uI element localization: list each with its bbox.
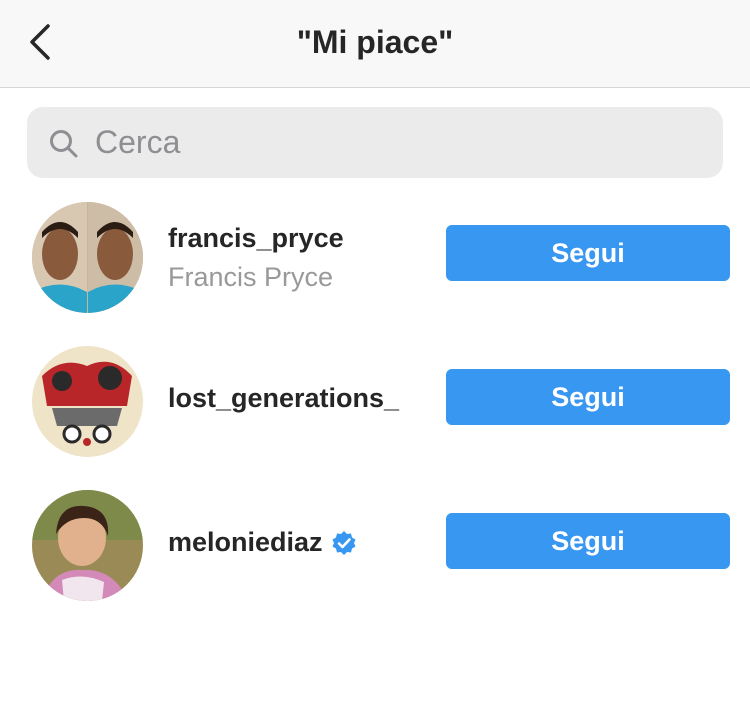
page-title: "Mi piace" bbox=[296, 24, 454, 60]
list-item: lost_generations_ Segui bbox=[0, 343, 750, 463]
follow-button[interactable]: Segui bbox=[446, 513, 730, 569]
username[interactable]: meloniediaz bbox=[168, 527, 357, 558]
username[interactable]: francis_pryce bbox=[168, 223, 344, 254]
verified-badge-icon bbox=[332, 530, 356, 555]
follow-button[interactable]: Segui bbox=[446, 225, 730, 281]
user-info: francis_pryce Francis Pryce bbox=[168, 223, 344, 293]
search-bar[interactable] bbox=[27, 107, 723, 178]
search-input[interactable] bbox=[95, 117, 695, 167]
search-icon bbox=[50, 130, 78, 158]
user-info: lost_generations_ bbox=[168, 383, 399, 414]
nav-header: "Mi piace" bbox=[0, 0, 750, 88]
follow-button[interactable]: Segui bbox=[446, 369, 730, 425]
list-item: francis_pryce Francis Pryce Segui bbox=[0, 199, 750, 319]
list-item: meloniediaz Segui bbox=[0, 487, 750, 607]
username[interactable]: lost_generations_ bbox=[168, 383, 399, 414]
avatar[interactable] bbox=[32, 490, 143, 601]
full-name: Francis Pryce bbox=[168, 262, 334, 292]
avatar[interactable] bbox=[32, 346, 143, 457]
user-info: meloniediaz bbox=[168, 527, 357, 558]
avatar[interactable] bbox=[32, 202, 143, 313]
